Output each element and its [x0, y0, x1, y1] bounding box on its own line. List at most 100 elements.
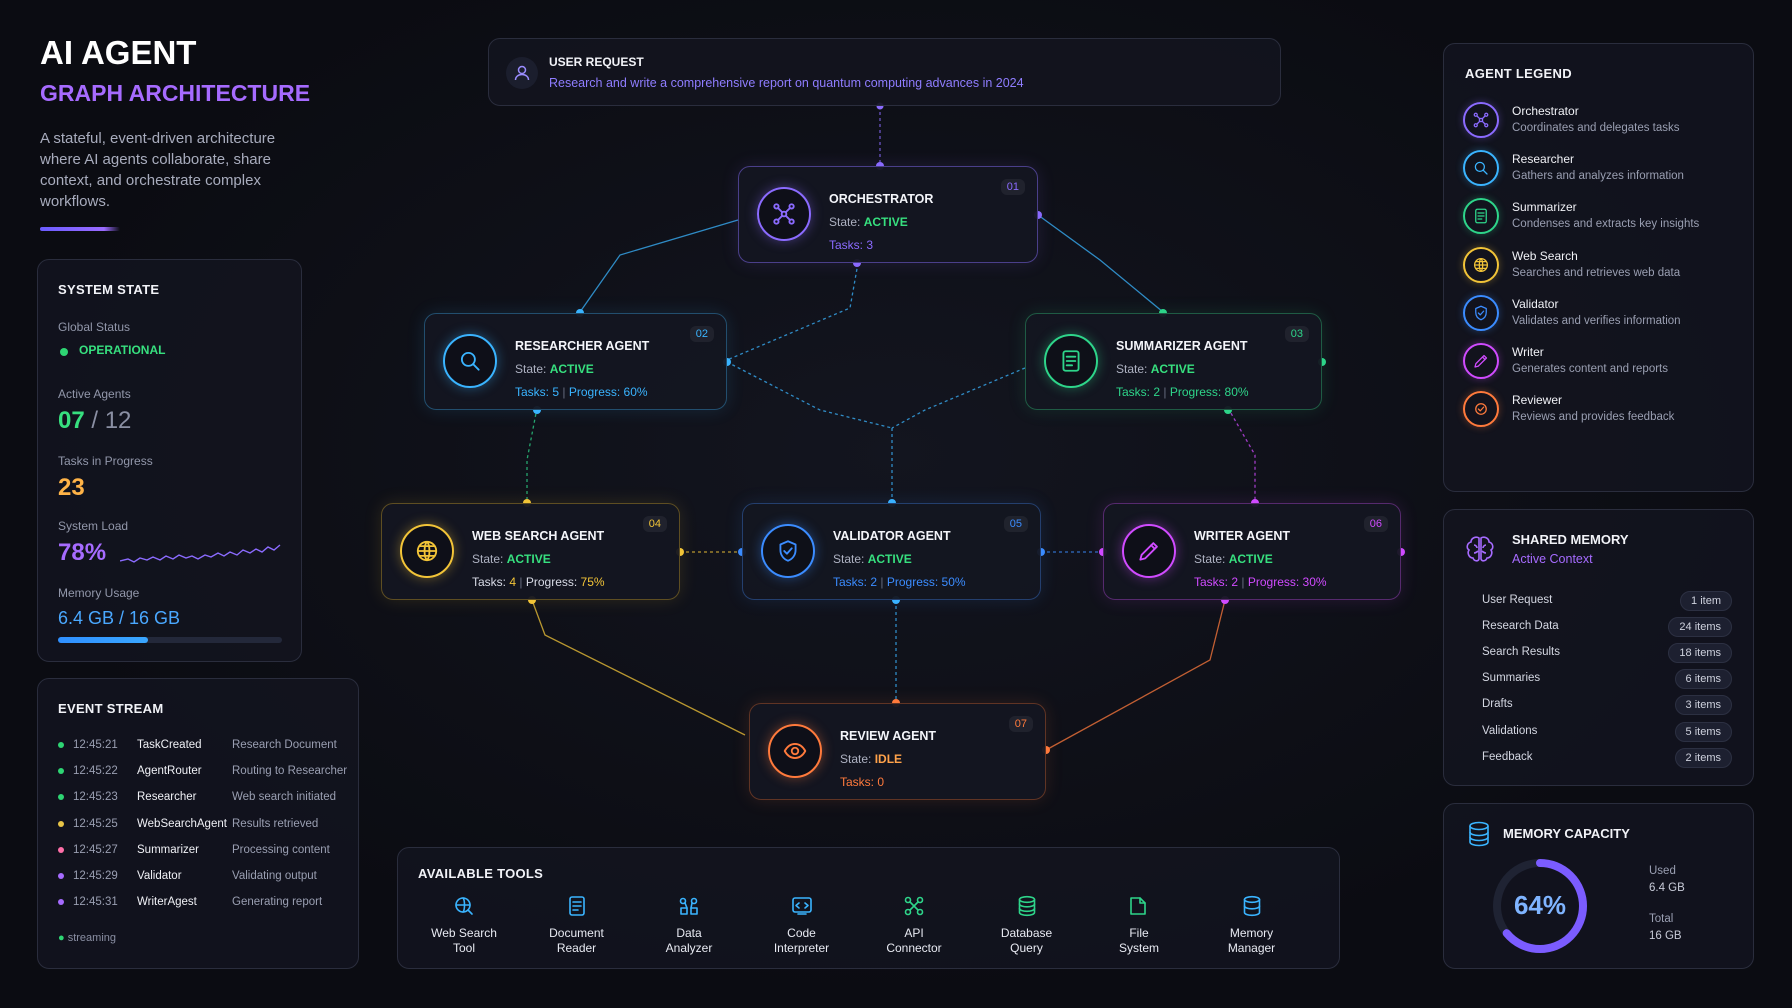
legend-item-desc: Searches and retrieves web data	[1512, 266, 1681, 279]
page-subtitle: GRAPH ARCHITECTURE	[40, 80, 311, 106]
writer-agent-node[interactable]: WRITER AGENT State: ACTIVE Tasks: 2 | Prog…	[1103, 503, 1401, 600]
legend-item-desc: Gathers and analyzes information	[1512, 170, 1684, 183]
memory-capacity-title: MEMORY CAPACITY	[1503, 826, 1630, 841]
shared-memory-subtitle: Active Context	[1512, 552, 1593, 566]
tool-item[interactable]: Code Interpreter	[752, 892, 852, 956]
tool-item[interactable]: Database Query	[977, 892, 1077, 956]
system-load-sparkline	[120, 544, 281, 563]
shield-icon	[1475, 305, 1487, 321]
tool-label-line2: Reader	[556, 941, 597, 955]
event-time: 12:45:21	[73, 739, 118, 751]
legend-item-name: Summarizer	[1512, 200, 1577, 215]
agent-state-label: State:	[840, 752, 872, 766]
legend-icon-circle	[1463, 102, 1499, 138]
agent-progress-value: 50%	[941, 575, 966, 589]
agent-progress-value: 80%	[1224, 385, 1249, 399]
tool-item[interactable]: Web Search Tool	[414, 892, 514, 956]
agent-state-value: IDLE	[874, 752, 903, 766]
event-desc: Research Document	[232, 739, 337, 751]
memory-row: User Request 1 item	[1482, 591, 1732, 611]
tool-item[interactable]: API Connector	[864, 892, 964, 956]
tool-label-line1: Data	[676, 926, 702, 940]
system-state-title: SYSTEM STATE	[58, 282, 160, 297]
tool-label-line1: Memory	[1229, 926, 1274, 940]
agent-name: WRITER AGENT	[1194, 529, 1291, 543]
used-label: Used	[1649, 865, 1676, 877]
active-agents-value: 07 / 12	[58, 407, 131, 435]
agent-tasks-label: Tasks:	[829, 238, 864, 252]
event-time: 12:45:22	[73, 765, 118, 778]
legend-item-desc: Generates content and reports	[1512, 363, 1668, 375]
agent-tasks: Tasks: 4 | Progress: 75%	[472, 575, 605, 589]
document-icon	[1475, 209, 1487, 224]
status-indicator-dot	[60, 348, 68, 356]
summarizer-agent-icon-circle	[1044, 334, 1098, 388]
event-name: AgentRouter	[137, 765, 202, 778]
memory-row: Search Results 18 items	[1482, 643, 1732, 664]
tool-label-line2: Manager	[1227, 941, 1276, 955]
legend-item: Orchestrator Coordinates and delegates ta…	[1463, 100, 1743, 140]
agent-progress-label: Progress:	[1169, 385, 1222, 399]
legend-item-name: Validator	[1512, 296, 1559, 311]
agent-progress-label: Progress:	[568, 385, 621, 399]
memory-usage-label: Memory Usage	[58, 586, 140, 600]
agent-state-label: State:	[829, 215, 861, 229]
global-status-value: OPERATIONAL	[79, 343, 166, 357]
event-row: 12:45:31 WriterAgest Generating report	[58, 893, 322, 911]
tool-label: Database Query	[977, 926, 1077, 956]
user-icon	[506, 57, 538, 89]
orchestrator-node[interactable]: ORCHESTRATOR State: ACTIVE Tasks: 3 01	[738, 166, 1038, 263]
agent-tasks-label: Tasks:	[472, 575, 507, 589]
agent-state-label: State:	[472, 552, 504, 566]
tool-label: File System	[1089, 926, 1189, 956]
agent-tasks-label: Tasks:	[1194, 575, 1229, 589]
tool-item[interactable]: Data Analyzer	[639, 892, 739, 956]
researcher-agent-icon-circle	[443, 334, 497, 388]
agent-tasks: Tasks: 0	[840, 775, 884, 789]
web-search-tool-icon	[455, 897, 473, 915]
web-search-agent-node[interactable]: WEB SEARCH AGENT State: ACTIVE Tasks: 4 | …	[381, 503, 680, 600]
event-time: 12:45:25	[73, 817, 118, 830]
agent-tasks: Tasks: 5 | Progress: 60%	[515, 385, 648, 399]
event-stream-title: EVENT STREAM	[58, 701, 164, 716]
researcher-agent-node[interactable]: RESEARCHER AGENT State: ACTIVE Tasks: 5 | …	[424, 313, 727, 410]
tool-label: Web Search Tool	[414, 926, 514, 956]
legend-icon-circle	[1463, 198, 1499, 235]
summarizer-agent-node[interactable]: SUMMARIZER AGENT State: ACTIVE Tasks: 2 | …	[1025, 313, 1322, 410]
shield-icon	[779, 540, 797, 562]
agent-progress-value: 60%	[623, 385, 648, 399]
legend-icon-circle	[1463, 391, 1499, 428]
legend-item-name: Researcher	[1512, 152, 1575, 167]
tasks-separator: |	[1160, 385, 1170, 399]
event-desc: Generating report	[232, 896, 323, 909]
event-stream-panel: EVENT STREAM 12:45:21 TaskCreated Research…	[37, 678, 359, 969]
legend-icon-circle	[1463, 150, 1499, 187]
user-request-panel[interactable]: USER REQUEST Research and write a compre…	[488, 38, 1281, 106]
agent-number-badge: 05	[1003, 516, 1028, 532]
tool-item[interactable]: File System	[1089, 892, 1189, 956]
event-row: 12:45:22 AgentRouter Routing to Researcher	[58, 762, 347, 780]
check-icon	[1475, 403, 1487, 416]
event-dot	[58, 899, 64, 906]
review-agent-node[interactable]: REVIEW AGENT State: IDLE Tasks: 0 07	[749, 703, 1046, 800]
tool-label-line2: Interpreter	[773, 941, 830, 955]
document-icon	[568, 896, 585, 916]
legend-item-desc: Coordinates and delegates tasks	[1512, 122, 1680, 134]
globe-icon	[416, 540, 438, 562]
memory-row: Research Data 24 items	[1482, 617, 1732, 638]
review-agent-icon-circle	[768, 724, 822, 778]
event-time: 12:45:27	[73, 843, 118, 856]
event-dot	[58, 794, 64, 801]
validator-agent-node[interactable]: VALIDATOR AGENT State: ACTIVE Tasks: 2 | P…	[742, 503, 1041, 600]
memory-row-key: Validations	[1482, 724, 1538, 737]
legend-item-desc: Condenses and extracts key insights	[1512, 218, 1700, 231]
tool-icon-wrap	[1089, 892, 1189, 920]
tool-icon-wrap	[864, 892, 964, 920]
agent-state: State: ACTIVE	[833, 552, 912, 566]
agent-state-label: State:	[1116, 362, 1148, 376]
tool-item[interactable]: Memory Manager	[1202, 892, 1302, 956]
tool-item[interactable]: Document Reader	[527, 892, 627, 956]
agent-tasks-label: Tasks:	[840, 775, 875, 789]
tool-label-line1: Web Search	[431, 926, 497, 940]
agent-name: REVIEW AGENT	[840, 729, 937, 743]
